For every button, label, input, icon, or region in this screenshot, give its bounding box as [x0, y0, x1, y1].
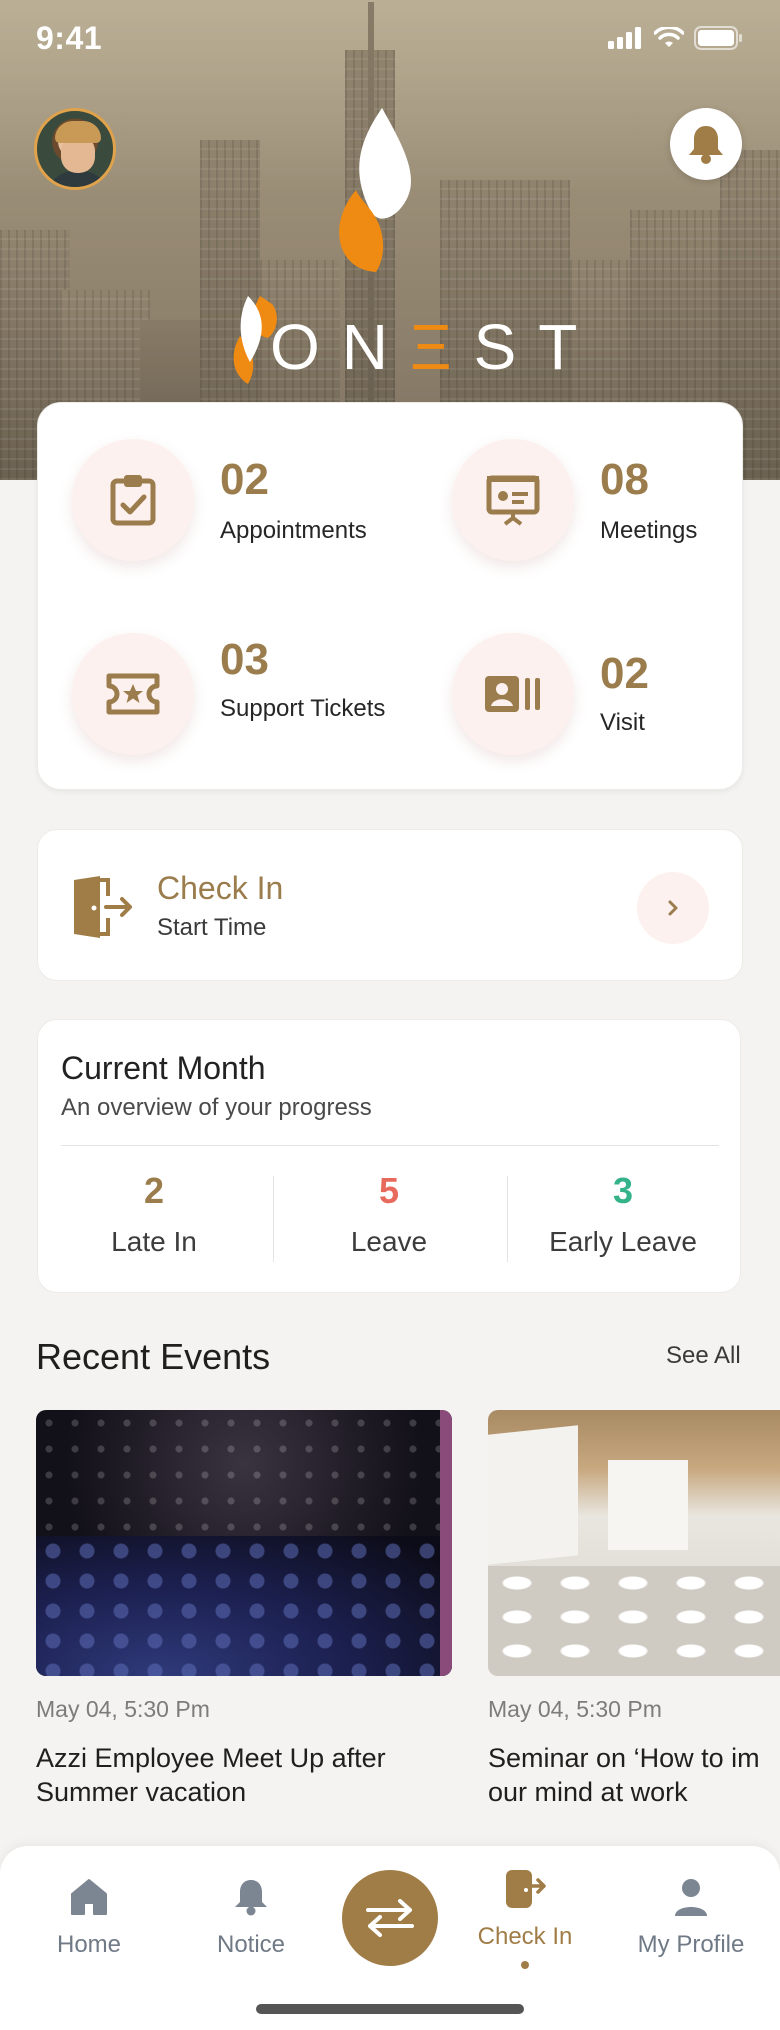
active-indicator-dot — [521, 1961, 529, 1969]
event-image-heads — [36, 1536, 452, 1676]
signal-icon — [608, 27, 641, 49]
event-image-tables — [488, 1566, 780, 1676]
recent-events-title: Recent Events — [36, 1336, 271, 1377]
check-in-subtitle: Start Time — [157, 914, 267, 941]
month-title: Current Month — [61, 1050, 266, 1086]
event-date: May 04, 5:30 Pm — [488, 1696, 662, 1722]
divider — [61, 1145, 719, 1146]
presentation-board-icon — [486, 475, 540, 526]
event-card[interactable]: May 04, 5:30 Pm Seminar on ‘How to im ou… — [488, 1410, 780, 1809]
event-title-line: our mind at work — [488, 1777, 688, 1807]
event-title: Seminar on ‘How to im our mind at work — [488, 1741, 780, 1809]
logo-text-e: Ξ — [410, 311, 474, 383]
nav-my-profile[interactable]: My Profile — [616, 1876, 766, 1959]
stat-label: Appointments — [220, 517, 367, 544]
metric-value: 5 — [378, 1170, 400, 1211]
stat-icon-circle — [452, 439, 574, 561]
wifi-icon — [654, 27, 684, 47]
nav-label: Check In — [477, 1923, 573, 1950]
stat-value: 03 — [220, 635, 269, 684]
bottom-navigation: Home Notice Check In My Profile — [0, 1846, 780, 2030]
user-icon — [675, 1879, 707, 1916]
bell-icon — [689, 126, 723, 164]
clipboard-check-icon — [110, 475, 156, 526]
stat-value: 02 — [600, 649, 649, 698]
event-image-curtain — [440, 1410, 452, 1676]
check-in-card[interactable]: Check In Start Time — [37, 829, 743, 981]
stat-label: Support Tickets — [220, 695, 386, 722]
event-image — [488, 1410, 780, 1676]
nav-home[interactable]: Home — [14, 1876, 164, 1959]
nav-label: Home — [56, 1931, 122, 1958]
stat-icon-circle — [72, 633, 194, 755]
stat-label: Meetings — [600, 517, 698, 544]
stat-value: 02 — [220, 455, 269, 504]
nav-check-in[interactable]: Check In — [450, 1868, 600, 1969]
event-image — [36, 1410, 452, 1676]
month-subtitle: An overview of your progress — [61, 1094, 372, 1121]
metric-late-in: 2 Late In — [38, 1170, 270, 1258]
logo-text-part: ON — [270, 311, 410, 383]
nav-notice[interactable]: Notice — [176, 1876, 326, 1959]
home-indicator — [256, 2004, 524, 2014]
check-in-title: Check In — [157, 870, 284, 906]
bell-icon — [235, 1880, 267, 1916]
status-time: 9:41 — [36, 20, 103, 56]
see-all-link[interactable]: See All — [666, 1342, 741, 1370]
ticket-star-icon — [106, 673, 160, 715]
stat-icon-circle — [452, 633, 574, 755]
door-exit-icon — [74, 876, 132, 938]
event-title: Azzi Employee Meet Up after Summer vacat… — [36, 1741, 452, 1809]
notification-button[interactable] — [670, 108, 742, 180]
logo-wordmark: ONΞST — [270, 310, 599, 384]
logo-text-part: ST — [473, 311, 600, 383]
stat-label: Visit — [600, 709, 645, 736]
company-logo: ONΞST — [200, 100, 580, 390]
check-in-arrow-button[interactable] — [637, 872, 709, 944]
chevron-right-icon — [668, 900, 678, 916]
nav-label: Notice — [216, 1931, 286, 1958]
metric-value: 3 — [612, 1170, 634, 1211]
stats-card: 02 Appointments 08 Meetings 03 Support T… — [37, 402, 743, 790]
center-action-button[interactable] — [342, 1870, 438, 1966]
avatar[interactable] — [34, 108, 116, 190]
status-icons — [608, 26, 744, 50]
home-icon — [71, 1879, 107, 1915]
event-title-line: Azzi Employee Meet Up after — [36, 1743, 386, 1773]
check-in-icon — [506, 1870, 546, 1908]
stat-value: 08 — [600, 455, 649, 504]
event-title-line: Seminar on ‘How to im — [488, 1743, 760, 1773]
event-title-line: Summer vacation — [36, 1777, 247, 1807]
battery-icon — [694, 26, 742, 50]
metric-value: 2 — [143, 1170, 165, 1211]
metric-early-leave: 3 Early Leave — [507, 1170, 739, 1258]
metric-label: Late In — [111, 1226, 197, 1257]
avatar-hair — [55, 121, 101, 143]
event-image-screen — [488, 1425, 578, 1565]
status-bar: 9:41 — [0, 0, 780, 76]
event-image-screen — [608, 1460, 688, 1550]
id-card-icon — [485, 676, 540, 712]
nav-label: My Profile — [637, 1931, 745, 1958]
event-card[interactable]: May 04, 5:30 Pm Azzi Employee Meet Up af… — [36, 1410, 452, 1809]
metric-label: Leave — [350, 1226, 428, 1257]
metric-leave: 5 Leave — [273, 1170, 505, 1258]
stat-icon-circle — [72, 439, 194, 561]
event-date: May 04, 5:30 Pm — [36, 1696, 210, 1722]
swap-arrows-icon — [366, 1899, 414, 1937]
metric-label: Early Leave — [549, 1226, 697, 1257]
current-month-card: Current Month An overview of your progre… — [37, 1019, 741, 1293]
